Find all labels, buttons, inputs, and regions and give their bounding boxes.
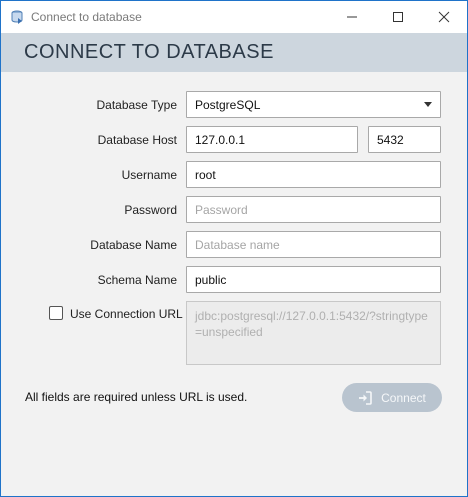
minimize-button[interactable]	[329, 1, 375, 33]
password-placeholder: Password	[195, 202, 248, 217]
connection-url-placeholder: jdbc:postgresql://127.0.0.1:5432/?string…	[195, 309, 428, 339]
connect-dialog-window: Connect to database CONNECT TO DATABASE …	[0, 0, 468, 497]
database-name-placeholder: Database name	[195, 237, 280, 252]
database-name-label: Database Name	[90, 238, 177, 252]
sign-in-icon	[359, 390, 372, 405]
database-host-label: Database Host	[97, 133, 177, 147]
connection-url-textarea: jdbc:postgresql://127.0.0.1:5432/?string…	[186, 301, 441, 365]
maximize-icon	[393, 12, 403, 22]
password-label: Password	[124, 203, 177, 217]
chevron-down-icon	[424, 102, 432, 107]
close-button[interactable]	[421, 1, 467, 33]
username-value: root	[195, 167, 216, 182]
connect-button[interactable]: Connect	[342, 383, 442, 412]
database-port-input[interactable]: 5432	[368, 126, 441, 153]
database-name-input[interactable]: Database name	[186, 231, 441, 258]
database-host-value: 127.0.0.1	[195, 132, 246, 147]
minimize-icon	[347, 16, 357, 18]
close-icon	[438, 11, 450, 23]
schema-name-label: Schema Name	[97, 273, 177, 287]
dialog-header: CONNECT TO DATABASE	[1, 33, 467, 72]
required-fields-note: All fields are required unless URL is us…	[25, 390, 248, 404]
title-bar[interactable]: Connect to database	[1, 1, 467, 33]
database-host-input[interactable]: 127.0.0.1	[186, 126, 358, 153]
database-type-select[interactable]: PostgreSQL	[186, 91, 441, 118]
schema-name-value: public	[195, 272, 227, 287]
password-input[interactable]: Password	[186, 196, 441, 223]
database-type-label: Database Type	[96, 98, 177, 112]
connect-button-label: Connect	[381, 390, 426, 405]
schema-name-input[interactable]: public	[186, 266, 441, 293]
dialog-heading: CONNECT TO DATABASE	[24, 41, 274, 63]
use-connection-url-checkbox[interactable]	[49, 306, 63, 320]
database-type-value: PostgreSQL	[195, 97, 261, 112]
database-connect-icon	[11, 10, 23, 24]
username-label: Username	[121, 168, 177, 182]
window-title: Connect to database	[31, 10, 142, 24]
database-port-value: 5432	[377, 132, 404, 147]
maximize-button[interactable]	[375, 1, 421, 33]
username-input[interactable]: root	[186, 161, 441, 188]
use-connection-url-label[interactable]: Use Connection URL	[70, 307, 183, 321]
